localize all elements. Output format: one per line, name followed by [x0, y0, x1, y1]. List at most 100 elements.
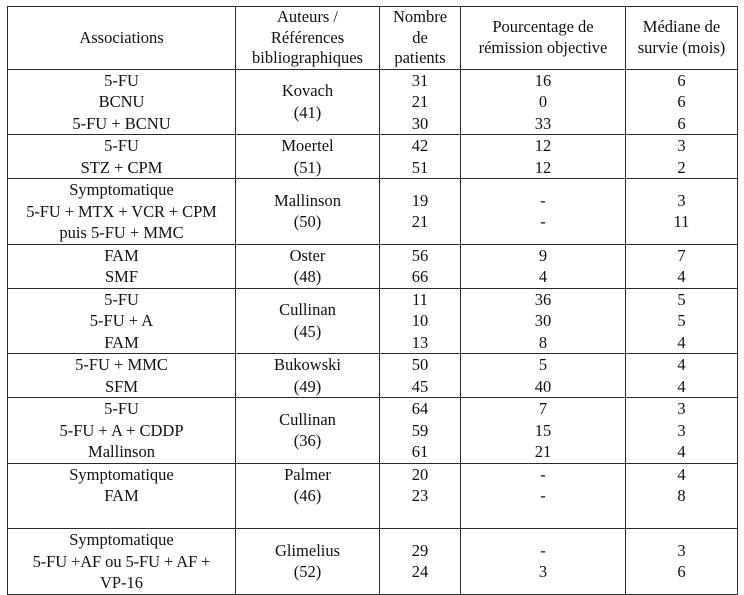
cell-line: 15 [534, 420, 552, 440]
cell-line: 33 [534, 113, 552, 133]
column-header-line: Nombre [392, 7, 448, 26]
table-row: Symptomatique FAM Palmer (46) 20 23 -- 48 [7, 462, 738, 529]
cell-line: 10 [411, 311, 429, 330]
cell-line: 8 [538, 332, 548, 352]
cell-mediane-survie: 32 [625, 134, 738, 179]
cell-line: 13 [411, 332, 429, 352]
cell-line: 21 [411, 92, 429, 111]
table-header: Associations Auteurs / Références bibliogr… [7, 6, 738, 70]
cell-line: 5 [677, 311, 686, 330]
cell-line: puis 5-FU + MMC [59, 223, 184, 242]
cell-line [8, 507, 235, 529]
cell-pourcentage-remission: 5 40 [460, 353, 626, 398]
cell-line: (41) [293, 102, 322, 122]
column-header-line: rémission objective [478, 37, 608, 57]
column-header-line: de [412, 27, 428, 47]
cell-line: 4 [677, 376, 686, 396]
cell-line: FAM [104, 332, 139, 352]
cell-line: 31 [411, 70, 429, 90]
cell-line: 50 [411, 355, 429, 374]
cell-auteurs: Bukowski (49) [235, 353, 380, 398]
cell-line: 61 [411, 442, 429, 461]
cell-line: 56 [411, 245, 429, 265]
cell-line: 5 [677, 289, 686, 309]
cell-nombre-patients: 64 59 61 [379, 397, 461, 464]
column-header-pourcentage: Pourcentage de rémission objective [460, 6, 626, 70]
cell-auteurs: Moertel (51) [235, 134, 380, 179]
cell-line: 6 [677, 562, 686, 582]
document-page: Associations Auteurs / Références bibliogr… [0, 0, 744, 595]
cell-auteurs: Cullinan (45) [235, 287, 380, 354]
cell-line: FAM [104, 486, 139, 505]
cell-line: 3 [677, 136, 686, 155]
cell-line: Palmer [284, 464, 331, 484]
cell-line: Symptomatique [69, 464, 174, 484]
cell-line: 3 [677, 420, 686, 440]
cell-line: - [540, 464, 546, 484]
cell-line: Bukowski [274, 355, 341, 374]
cell-line: 20 [411, 464, 429, 484]
cell-mediane-survie: 6 6 6 [625, 68, 738, 135]
cell-pourcentage-remission: -- [460, 462, 626, 529]
cell-line: 5-FU [104, 289, 139, 309]
cell-line: 64 [411, 399, 429, 418]
cell-line: 5-FU + MTX + VCR + CPM [26, 201, 217, 221]
cell-line: 51 [411, 157, 429, 177]
column-header-line: Associations [79, 27, 164, 47]
cell-line: 3 [677, 540, 686, 560]
cell-line: 5-FU +AF ou 5-FU + AF + [32, 551, 211, 571]
cell-line: 29 [411, 540, 429, 560]
cell-line: 5-FU + A + CDDP [59, 420, 184, 440]
cell-line: STZ + CPM [80, 157, 163, 177]
cell-line: 6 [677, 113, 686, 133]
cell-line: 7 [538, 399, 548, 418]
cell-associations: 5-FU + MMC SFM [7, 353, 236, 398]
cell-line: Symptomatique [69, 180, 174, 199]
cell-line: (50) [293, 212, 322, 232]
cell-line: (52) [293, 562, 322, 582]
cell-line: (36) [293, 431, 322, 451]
cell-line: Mallinson [88, 442, 155, 461]
cell-line: 30 [534, 311, 552, 330]
column-header-line: patients [394, 48, 446, 67]
table-row: Symptomatique 5-FU +AF ou 5-FU + AF + VP-1… [7, 528, 738, 595]
cell-mediane-survie: 48 [625, 462, 738, 529]
cell-line: (45) [293, 321, 322, 341]
cell-line: 5-FU + MMC [75, 355, 168, 374]
cell-line: Moertel [281, 136, 334, 155]
cell-line: VP-16 [99, 573, 144, 592]
cell-pourcentage-remission: -- [460, 178, 626, 245]
cell-nombre-patients: 50 45 [379, 353, 461, 398]
cell-nombre-patients: 56 66 [379, 243, 461, 289]
cell-associations: Symptomatique 5-FU +AF ou 5-FU + AF + VP-1… [7, 528, 236, 595]
table-row: 5-FU STZ + CPM Moertel (51) 42 51 12 12 3 2 [7, 134, 738, 179]
cell-line: 21 [411, 212, 429, 232]
cell-line: (49) [293, 376, 322, 396]
cell-line: 3 [677, 190, 686, 210]
cell-auteurs: Mallinson (50) [235, 178, 380, 245]
cell-line: 36 [534, 289, 552, 309]
cell-line: 45 [411, 376, 429, 396]
cell-mediane-survie: 3 3 4 [625, 397, 738, 464]
header-row: Associations Auteurs / Références bibliogr… [7, 6, 738, 70]
table-row: 5-FU + MMC SFM Bukowski (49) 50 45 5 40 4 4 [7, 353, 738, 398]
cell-line: 7 [677, 245, 686, 265]
cell-line: 4 [677, 267, 686, 286]
cell-line: 5-FU [104, 136, 139, 155]
cell-line: 2 [677, 157, 686, 177]
cell-line: BCNU [98, 92, 145, 111]
table-row: 5-FU BCNU 5-FU + BCNU Kovach (41) 31 21 30 16 0 33… [7, 68, 738, 135]
cell-line: Kovach [281, 81, 334, 101]
cell-nombre-patients: 31 21 30 [379, 68, 461, 135]
table-row: Symptomatique 5-FU + MTX + VCR + CPM puis … [7, 178, 738, 245]
cell-line: 23 [411, 486, 429, 505]
cell-associations: 5-FU STZ + CPM [7, 134, 236, 179]
column-header-line: Pourcentage de [492, 17, 594, 37]
cell-line [380, 507, 460, 529]
cell-line: 4 [538, 267, 548, 286]
cell-line: 5-FU + A [89, 311, 154, 330]
cell-line: 3 [677, 399, 686, 418]
cell-line: SFM [104, 376, 139, 396]
cell-line: 12 [534, 157, 552, 177]
column-header-line: survie (mois) [637, 37, 726, 57]
